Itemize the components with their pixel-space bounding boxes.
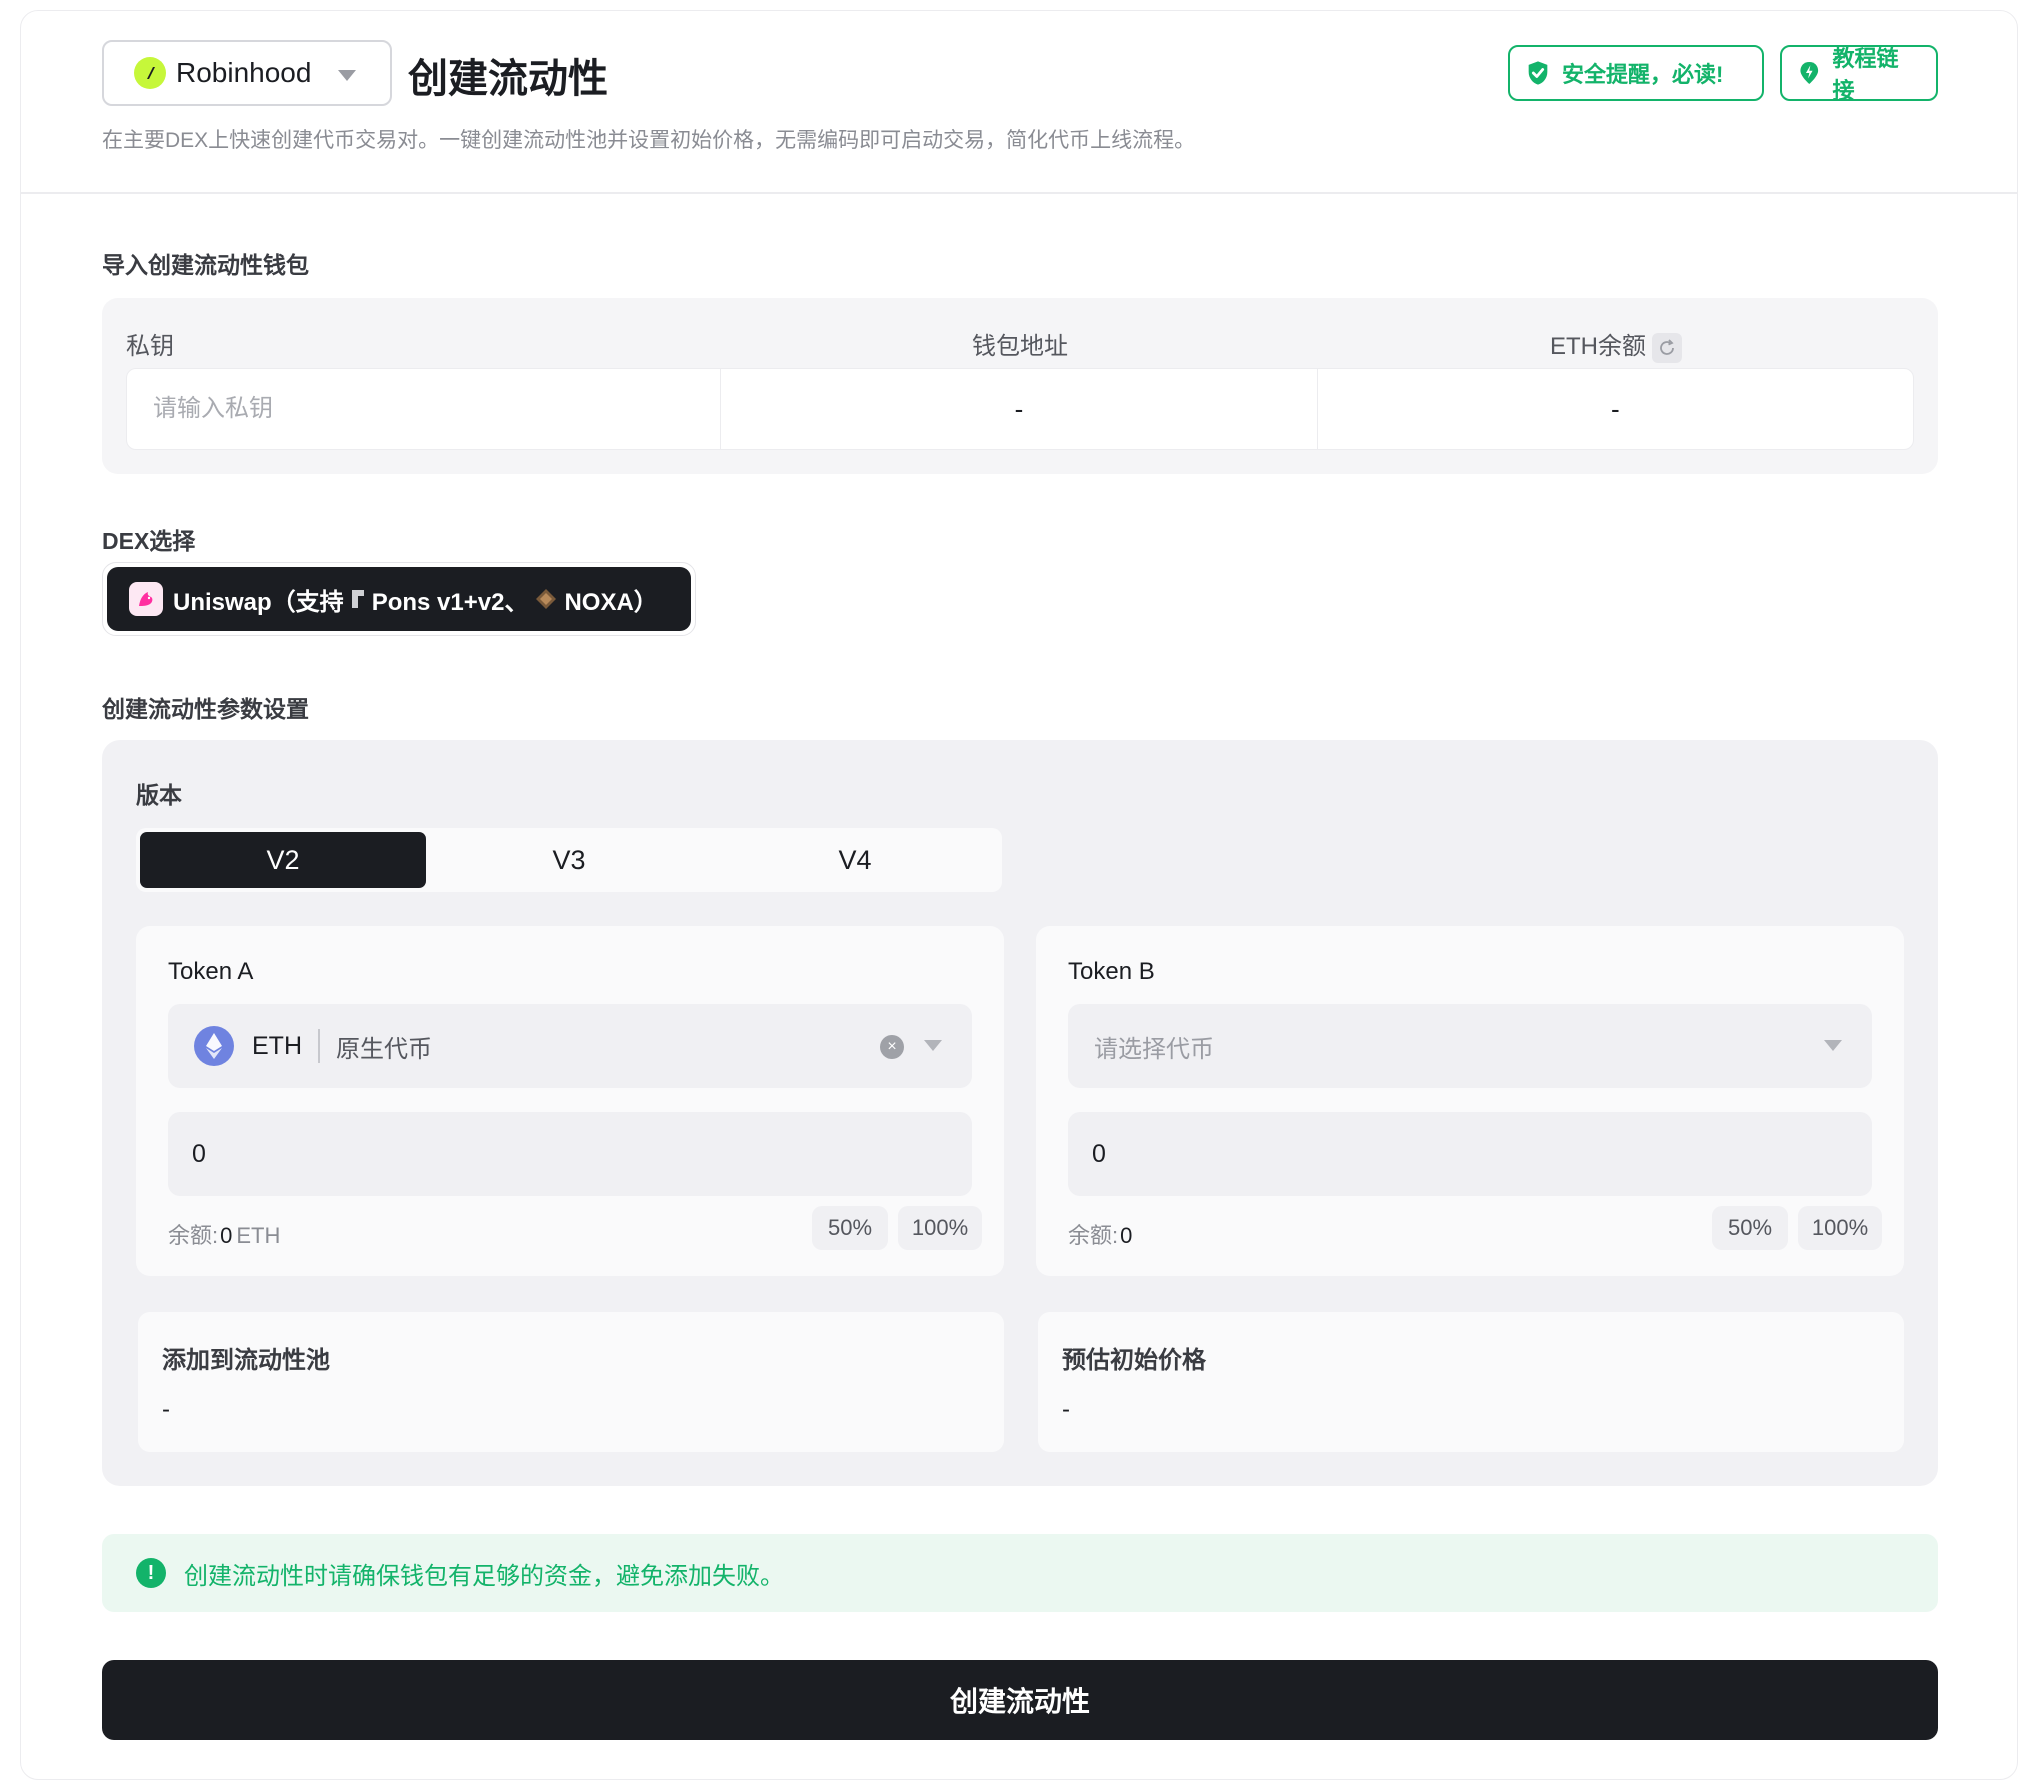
token-a-50-percent-button[interactable]: 50% <box>812 1206 888 1250</box>
chevron-down-icon <box>1824 1040 1842 1051</box>
chevron-down-icon <box>924 1040 942 1051</box>
notice-text: 创建流动性时请确保钱包有足够的资金，避免添加失败。 <box>184 1562 784 1590</box>
clear-icon[interactable]: × <box>880 1035 904 1059</box>
page-title: 创建流动性 <box>408 57 608 101</box>
token-a-select[interactable]: ETH 原生代币 × <box>168 1004 972 1088</box>
token-a-balance: 余额:0 ETH <box>168 1218 280 1250</box>
token-b-select[interactable]: 请选择代币 <box>1068 1004 1872 1088</box>
wallet-row: - - <box>126 368 1914 450</box>
token-a-separator <box>318 1029 320 1063</box>
funds-notice: ! 创建流动性时请确保钱包有足够的资金，避免添加失败。 <box>102 1534 1938 1612</box>
wallet-address-value: - <box>720 369 1316 449</box>
token-a-amount-input[interactable] <box>168 1112 972 1196</box>
token-a-label: Token A <box>168 958 254 985</box>
chain-selector[interactable]: Robinhood <box>102 40 392 106</box>
private-key-input[interactable] <box>127 369 721 449</box>
token-b-balance-label: 余额: <box>1068 1223 1119 1248</box>
token-b-50-percent-button[interactable]: 50% <box>1712 1206 1788 1250</box>
dex-noxa-label: NOXA） <box>564 588 658 616</box>
version-tabs: V2 V3 V4 <box>136 828 1002 892</box>
eth-balance-header-label: ETH余额 <box>1550 333 1646 360</box>
token-a-balance-unit: ETH <box>236 1223 281 1248</box>
eth-balance-header: ETH余额 <box>1550 326 1682 363</box>
private-key-header: 私钥 <box>126 333 174 360</box>
dex-name-label: Uniswap（支持 <box>173 588 344 616</box>
initial-price-value: - <box>1062 1396 1070 1423</box>
exclamation-icon: ! <box>136 1558 166 1588</box>
chain-name: Robinhood <box>176 57 312 88</box>
dex-section-title: DEX选择 <box>102 528 196 554</box>
initial-price-title: 预估初始价格 <box>1062 1347 1206 1374</box>
eth-icon <box>194 1026 234 1066</box>
token-b-amount-input[interactable] <box>1068 1112 1872 1196</box>
eth-balance-value: - <box>1316 369 1913 449</box>
token-a-100-percent-button[interactable]: 100% <box>898 1206 982 1250</box>
version-label: 版本 <box>136 782 182 808</box>
token-b-balance: 余额:0 <box>1068 1218 1132 1250</box>
token-b-placeholder: 请选择代币 <box>1094 1035 1214 1063</box>
token-a-balance-label: 余额: <box>168 1223 219 1248</box>
shield-check-icon <box>1528 61 1548 85</box>
token-b-label: Token B <box>1068 958 1155 985</box>
safety-reminder-button[interactable]: 安全提醒，必读! <box>1508 45 1764 101</box>
safety-reminder-label: 安全提醒，必读! <box>1562 62 1724 87</box>
add-to-pool-card: 添加到流动性池 - <box>138 1312 1004 1452</box>
token-a-symbol: ETH <box>252 1031 302 1060</box>
token-b-balance-value: 0 <box>1120 1223 1133 1248</box>
create-liquidity-button[interactable]: 创建流动性 <box>102 1660 1938 1740</box>
wallet-address-header: 钱包地址 <box>972 333 1068 360</box>
initial-price-card: 预估初始价格 - <box>1038 1312 1904 1452</box>
dex-selector: Uniswap（支持 Pons v1+v2、 NOXA） <box>102 562 696 636</box>
refresh-icon[interactable] <box>1652 332 1682 363</box>
add-to-pool-title: 添加到流动性池 <box>162 1347 330 1374</box>
page-description: 在主要DEX上快速创建代币交易对。一键创建流动性池并设置初始价格，无需编码即可启… <box>102 129 1196 152</box>
chevron-down-icon <box>338 70 356 81</box>
add-to-pool-value: - <box>162 1396 170 1423</box>
robinhood-logo-icon <box>134 57 166 89</box>
token-a-balance-value: 0 <box>220 1223 233 1248</box>
tab-v3[interactable]: V3 <box>426 832 712 888</box>
dex-pons-label: Pons v1+v2、 <box>371 588 529 616</box>
uniswap-logo-icon <box>129 582 163 616</box>
wallet-table: 私钥 钱包地址 ETH余额 - - <box>102 298 1938 474</box>
wallet-section-title: 导入创建流动性钱包 <box>102 252 309 278</box>
lightning-pin-icon <box>1800 61 1819 85</box>
token-a-name: 原生代币 <box>336 1035 432 1063</box>
header-divider <box>20 192 2018 194</box>
token-b-100-percent-button[interactable]: 100% <box>1798 1206 1882 1250</box>
tab-v4[interactable]: V4 <box>712 832 998 888</box>
pons-icon <box>351 590 364 608</box>
token-b-card: Token B 请选择代币 余额:0 50% 100% <box>1036 926 1904 1276</box>
tutorial-link-button[interactable]: 教程链接 <box>1780 45 1938 103</box>
dex-option-uniswap[interactable]: Uniswap（支持 Pons v1+v2、 NOXA） <box>107 567 691 631</box>
tutorial-link-label: 教程链接 <box>1832 46 1899 103</box>
params-section-title: 创建流动性参数设置 <box>102 696 309 722</box>
tab-v2[interactable]: V2 <box>140 832 426 888</box>
noxa-icon <box>536 589 557 609</box>
params-panel: 版本 V2 V3 V4 Token A ETH 原生代币 × 余额:0ETH 5… <box>102 740 1938 1486</box>
private-key-cell <box>127 369 721 449</box>
token-a-card: Token A ETH 原生代币 × 余额:0ETH 50% 100% <box>136 926 1004 1276</box>
